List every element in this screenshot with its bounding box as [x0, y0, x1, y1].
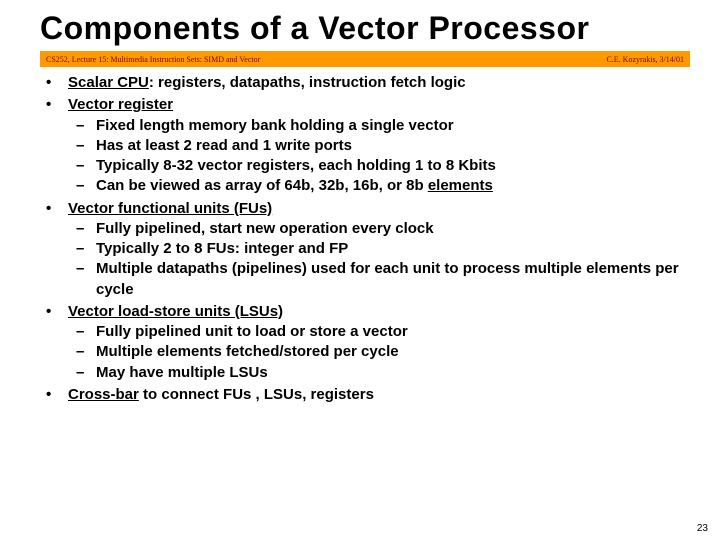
author-date: C.E. Kozyrakis, 3/14/01: [606, 55, 684, 64]
bullet-crossbar: Cross-bar to connect FUs , LSUs, registe…: [40, 385, 690, 405]
sub-item: Fully pipelined, start new operation eve…: [68, 219, 690, 239]
sub-item: Fully pipelined unit to load or store a …: [68, 322, 690, 342]
header-bar: CS252, Lecture 15: Multimedia Instructio…: [40, 51, 690, 67]
sub-item: Typically 8-32 vector registers, each ho…: [68, 156, 690, 176]
sub-item: Fixed length memory bank holding a singl…: [68, 116, 690, 136]
page-number: 23: [697, 523, 708, 534]
sub-item: Multiple elements fetched/stored per cyc…: [68, 342, 690, 362]
content: Scalar CPU: registers, datapaths, instru…: [40, 73, 690, 405]
sub-item: Typically 2 to 8 FUs: integer and FP: [68, 239, 690, 259]
bullet-vector-register: Vector register Fixed length memory bank…: [40, 95, 690, 196]
bullet-vector-fus: Vector functional units (FUs) Fully pipe…: [40, 199, 690, 300]
sub-item: Can be viewed as array of 64b, 32b, 16b,…: [68, 176, 690, 196]
slide: Components of a Vector Processor CS252, …: [0, 0, 720, 540]
page-title: Components of a Vector Processor: [40, 10, 690, 47]
bullet-scalar-cpu: Scalar CPU: registers, datapaths, instru…: [40, 73, 690, 93]
sub-item: May have multiple LSUs: [68, 363, 690, 383]
bullet-vector-lsus: Vector load-store units (LSUs) Fully pip…: [40, 302, 690, 383]
sub-item: Has at least 2 read and 1 write ports: [68, 136, 690, 156]
sub-item: Multiple datapaths (pipelines) used for …: [68, 259, 690, 300]
lecture-info: CS252, Lecture 15: Multimedia Instructio…: [46, 55, 260, 64]
